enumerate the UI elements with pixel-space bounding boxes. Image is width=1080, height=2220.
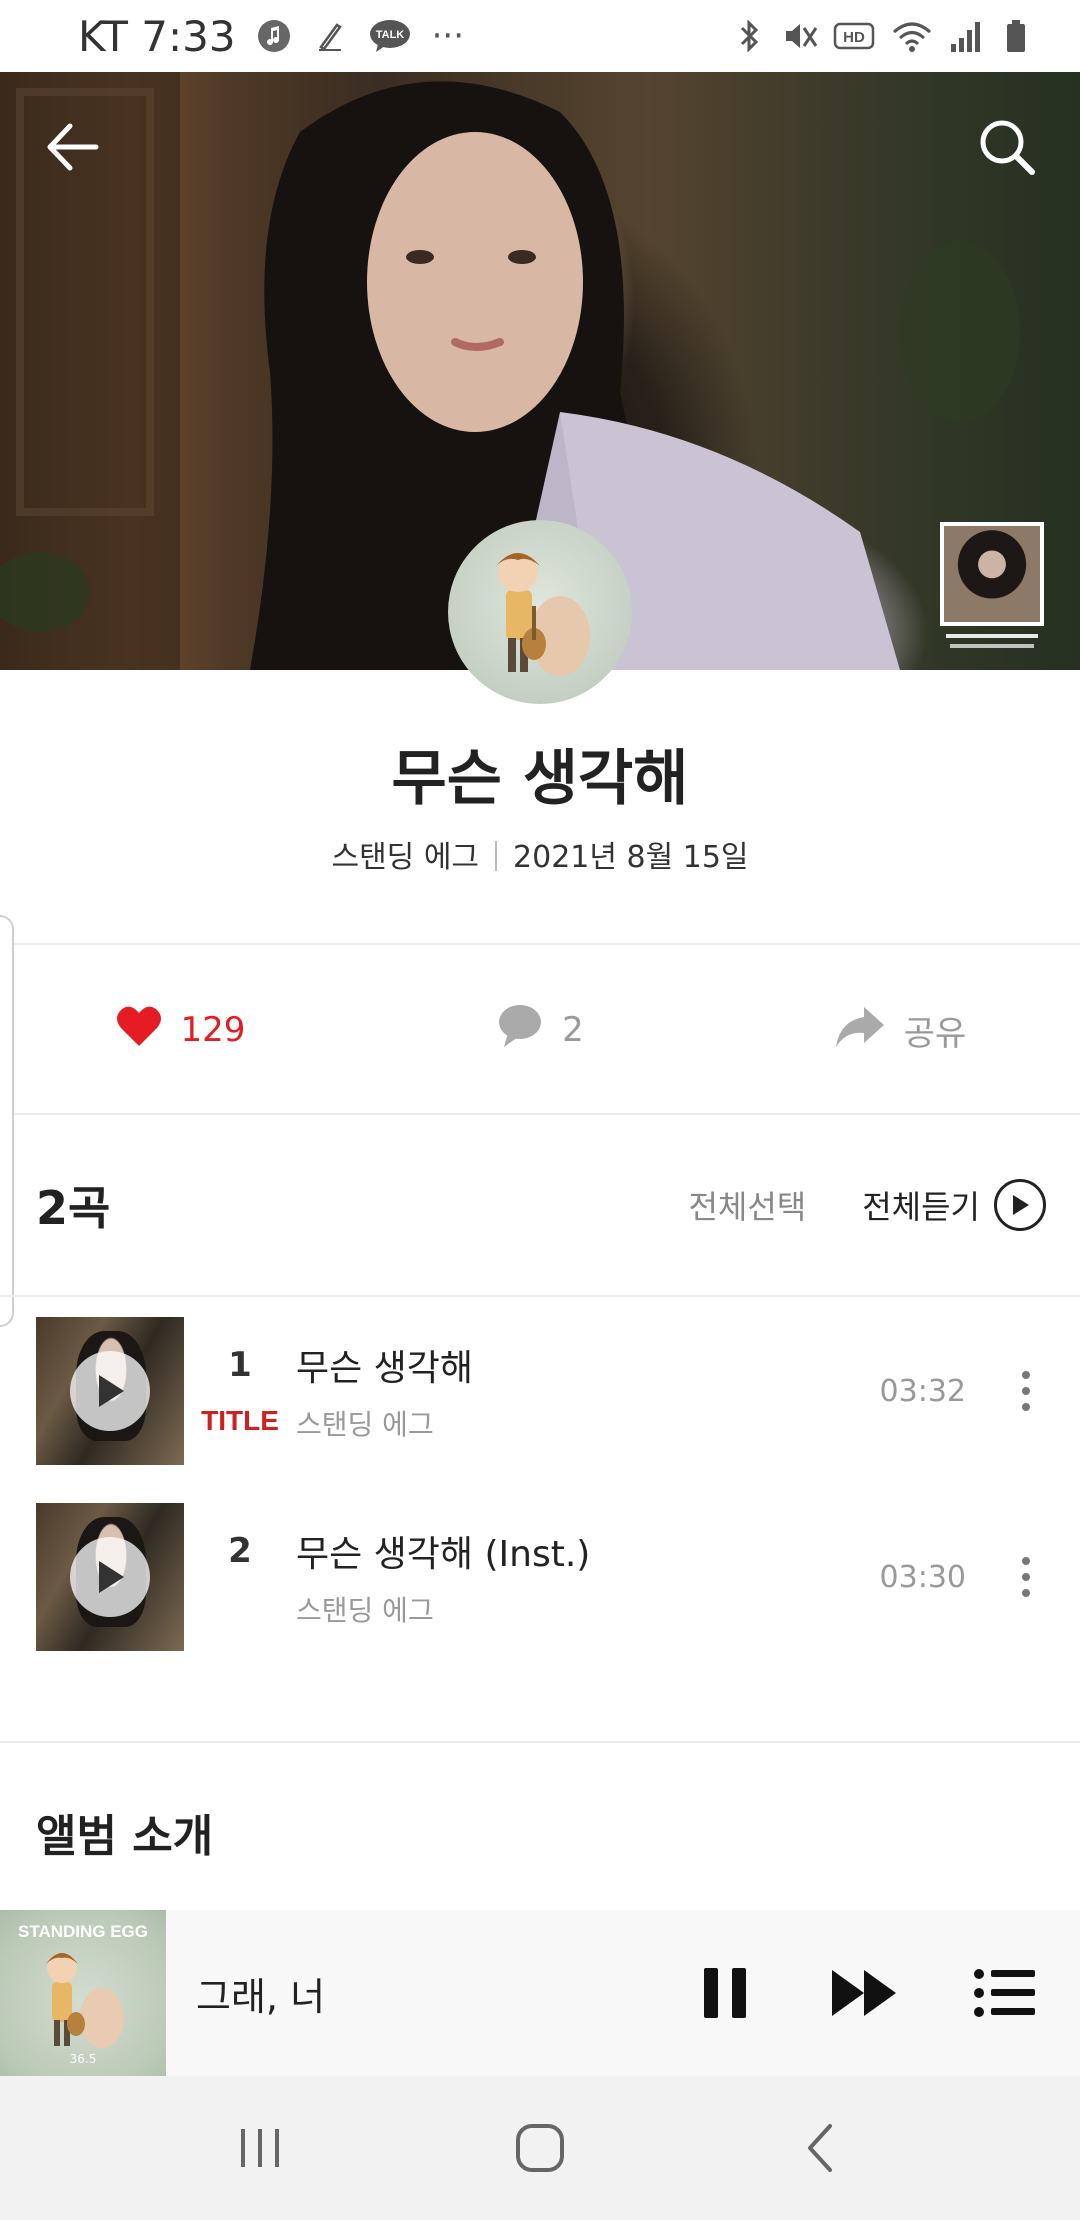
comment-icon [496,1003,544,1058]
track-number-col: 1 TITLE [184,1317,296,1465]
signal-icon [948,18,984,54]
battery-icon [998,18,1034,54]
track-artist: 스탠딩 에그 [296,1594,434,1627]
divider [0,1741,1080,1743]
music-notification-icon [256,18,292,54]
talk-label: TALK [375,29,404,41]
carrier-time: KT 7:33 [78,11,236,61]
talk-notification-icon: TALK [368,18,412,54]
track-count: 2곡 [36,1181,111,1235]
status-bar: KT 7:33 TALK ··· HD [0,0,1080,72]
share-label: 공유 [903,1013,967,1054]
play-icon[interactable] [70,1351,150,1431]
track-cover[interactable] [36,1503,184,1651]
track-info[interactable]: 무슨 생각해 스탠딩 에그 [296,1317,880,1465]
now-playing-title[interactable]: 그래, 너 [196,1966,680,2021]
track-row[interactable]: 1 TITLE 무슨 생각해 스탠딩 에그 03:32 [36,1316,1046,1466]
action-row: 129 2 공유 [0,945,1080,1115]
search-icon[interactable] [972,112,1042,182]
nav-back-icon[interactable] [780,2108,860,2188]
play-all-button[interactable]: 전체듣기 [862,1179,1046,1231]
pause-icon[interactable] [680,1948,770,2038]
mute-icon [782,18,818,54]
release-date: 2021년 8월 15일 [513,840,749,875]
next-icon[interactable] [820,1948,910,2038]
album-artist[interactable]: 스탠딩 에그 [331,840,479,875]
track-cover[interactable] [36,1317,184,1465]
track-number: 2 [228,1531,252,1571]
divider [0,1295,1080,1297]
album-title: 무슨 생각해 [391,744,689,814]
album-meta: 스탠딩 에그 2021년 8월 15일 [0,832,1080,876]
meta-separator [495,841,498,871]
like-count: 129 [180,1010,246,1050]
mini-player-cover[interactable]: STANDING EGG 36.5 [0,1910,166,2076]
cover-number: 36.5 [69,2052,97,2066]
back-arrow-icon[interactable] [38,112,108,182]
track-duration: 03:32 [879,1373,966,1409]
playlist-icon[interactable] [960,1948,1050,2038]
hd-voice-icon: HD [832,18,876,54]
artist-figure [496,552,590,676]
system-nav-bar [0,2076,1080,2220]
track-artist: 스탠딩 에그 [296,1408,434,1441]
play-all-label: 전체듣기 [862,1188,980,1226]
mini-player[interactable]: STANDING EGG 36.5 그래, 너 [0,1910,1080,2076]
play-icon[interactable] [70,1537,150,1617]
album-intro-title: 앨범 소개 [36,1811,214,1862]
play-circle-icon [994,1179,1046,1231]
heart-icon [115,1004,163,1057]
thumbnail-image [940,522,1044,626]
comment-button[interactable]: 2 [360,1003,720,1058]
track-duration: 03:30 [879,1559,966,1595]
more-icon[interactable] [1006,1547,1046,1607]
track-title: 무슨 생각해 [296,1348,474,1389]
wifi-icon [890,18,934,54]
hd-label: HD [843,29,865,46]
album-art-thumbnail[interactable] [940,522,1044,650]
track-info[interactable]: 무슨 생각해 (Inst.) 스탠딩 에그 [296,1503,880,1651]
home-icon[interactable] [500,2108,580,2188]
recents-icon[interactable] [220,2108,300,2188]
bluetooth-icon [732,18,768,54]
more-notifications: ··· [431,16,465,56]
like-button[interactable]: 129 [0,1004,360,1057]
more-icon[interactable] [1006,1361,1046,1421]
track-number: 1 [228,1345,252,1385]
track-list-header: 2곡 전체선택 전체듣기 [36,1115,1046,1295]
side-drawer-handle[interactable] [0,915,14,1327]
stack-line [950,644,1034,648]
track-row[interactable]: 2 무슨 생각해 (Inst.) 스탠딩 에그 03:30 [36,1502,1046,1652]
title-badge: TITLE [201,1405,279,1436]
track-title: 무슨 생각해 (Inst.) [296,1534,591,1575]
track-number-col: 2 [184,1503,296,1651]
artist-avatar[interactable] [448,520,632,704]
share-button[interactable]: 공유 [720,1003,1080,1058]
stack-line [946,634,1038,638]
pen-notification-icon [312,18,348,54]
share-icon [834,1003,886,1058]
comment-count: 2 [562,1010,584,1050]
select-all-button[interactable]: 전체선택 [688,1182,806,1228]
